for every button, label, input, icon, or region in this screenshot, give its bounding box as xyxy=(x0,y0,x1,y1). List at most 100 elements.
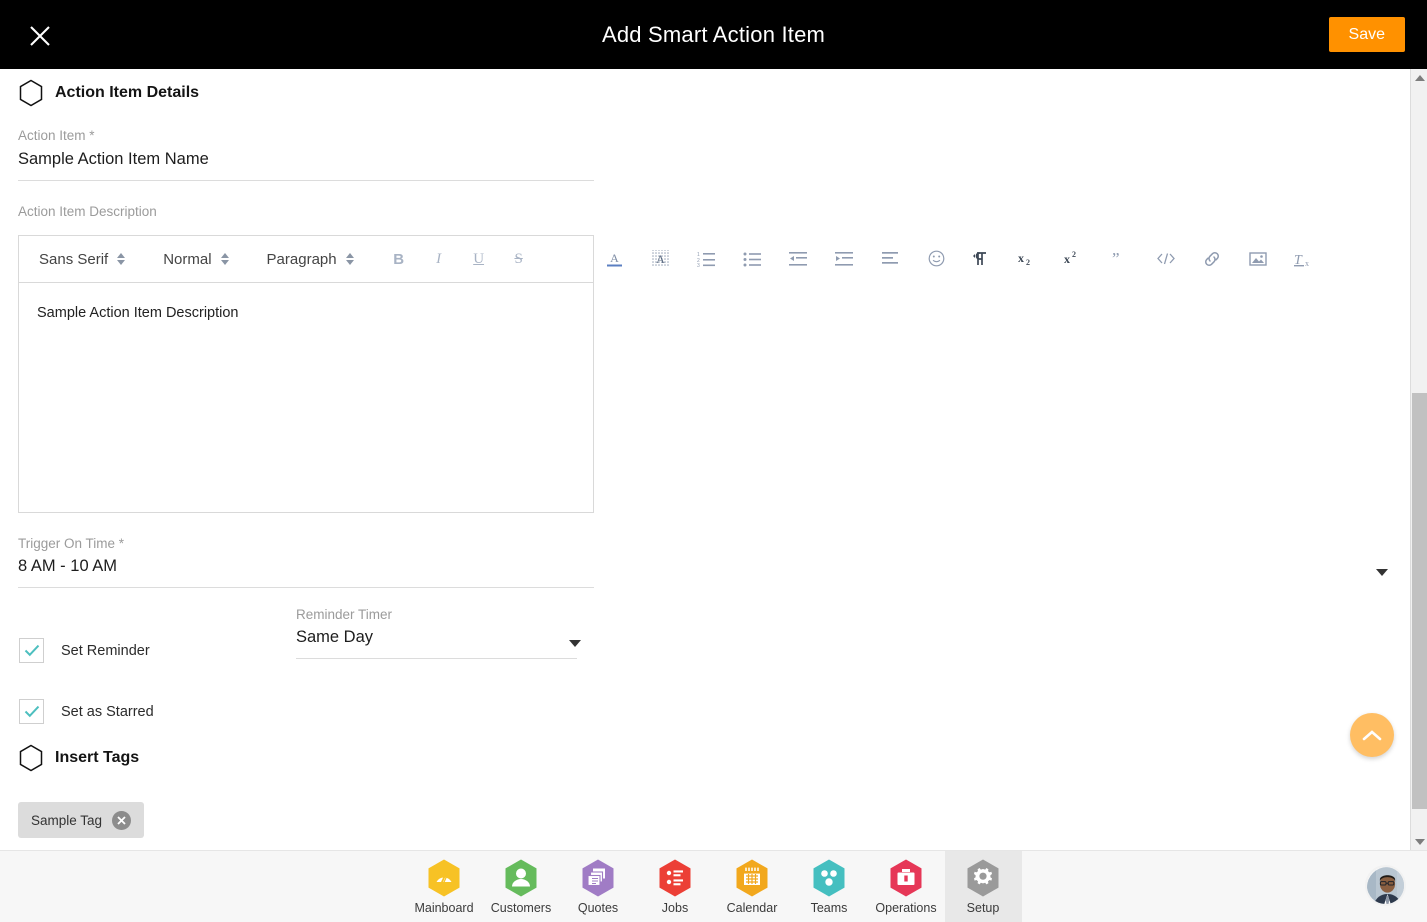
page-title: Add Smart Action Item xyxy=(601,22,826,47)
align-icon[interactable] xyxy=(877,246,903,272)
set-as-starred-checkbox-row[interactable]: Set as Starred xyxy=(0,699,1410,724)
scrollbar-thumb[interactable] xyxy=(1412,393,1427,809)
reminder-timer-value[interactable]: Same Day xyxy=(296,628,592,647)
svg-text:A: A xyxy=(656,252,665,266)
reminder-timer-field[interactable]: Reminder Timer Same Day xyxy=(296,607,592,659)
top-app-bar: Add Smart Action Item Save xyxy=(0,0,1427,69)
editor-content-area[interactable]: Sample Action Item Description xyxy=(18,282,594,513)
svg-text:x: x xyxy=(1305,259,1309,268)
quotes-icon xyxy=(579,858,617,898)
jobs-icon xyxy=(656,858,694,898)
mainboard-icon xyxy=(425,858,463,898)
nav-label: Mainboard xyxy=(414,901,474,915)
save-button[interactable]: Save xyxy=(1328,17,1405,52)
set-reminder-checkbox[interactable] xyxy=(19,638,44,663)
action-item-label: Action Item * xyxy=(18,128,95,143)
background-color-icon[interactable]: A xyxy=(647,246,673,272)
svg-text:2: 2 xyxy=(1072,250,1076,259)
field-underline xyxy=(18,587,594,588)
editor-font-size-value: Normal xyxy=(163,250,212,268)
tag-chip[interactable]: Sample Tag xyxy=(18,802,145,838)
editor-block-format-value: Paragraph xyxy=(266,250,337,268)
remove-tag-icon[interactable] xyxy=(112,810,132,830)
editor-toolbar: Sans Serif Normal Paragraph B I U S xyxy=(18,235,594,282)
chevron-down-icon[interactable] xyxy=(1376,569,1388,576)
stepper-icon xyxy=(220,253,229,265)
tags-input-area[interactable]: Sample Tag xyxy=(0,802,1410,838)
operations-icon xyxy=(887,858,925,898)
add-smart-action-item-screen: Add Smart Action Item Save Action Item D… xyxy=(0,0,1427,922)
setup-icon xyxy=(964,858,1002,898)
image-icon[interactable] xyxy=(1245,246,1271,272)
editor-content-text: Sample Action Item Description xyxy=(37,305,239,321)
calendar-icon xyxy=(733,858,771,898)
svg-text:A: A xyxy=(610,251,619,265)
nav-item-jobs[interactable]: Jobs xyxy=(637,851,714,922)
editor-block-format-select[interactable]: Paragraph xyxy=(267,251,354,268)
nav-label: Teams xyxy=(810,901,848,915)
form-scroll-area: Action Item Details Action Item * Sample… xyxy=(0,69,1410,850)
trigger-on-time-label: Trigger On Time * xyxy=(18,536,125,551)
field-underline xyxy=(296,658,577,659)
scrollbar-up-arrow[interactable] xyxy=(1411,69,1427,86)
superscript-icon[interactable]: x 2 xyxy=(1061,246,1087,272)
editor-toolbar-icons: A A 1 2 3 x 2 x 2 ” T x xyxy=(601,235,1337,282)
indent-decrease-icon[interactable] xyxy=(785,246,811,272)
svg-text:x: x xyxy=(1018,251,1024,265)
editor-font-family-select[interactable]: Sans Serif xyxy=(39,250,126,268)
nav-label: Calendar xyxy=(726,901,778,915)
section-header-action-item-details: Action Item Details xyxy=(0,79,1410,107)
code-block-icon[interactable] xyxy=(1153,246,1179,272)
nav-label: Jobs xyxy=(661,901,689,915)
trigger-on-time-value[interactable]: 8 AM - 10 AM xyxy=(0,557,1410,576)
nav-item-customers[interactable]: Customers xyxy=(483,851,560,922)
nav-item-operations[interactable]: Operations xyxy=(868,851,945,922)
blockquote-icon[interactable]: ” xyxy=(1107,246,1133,272)
section-title: Action Item Details xyxy=(55,84,200,101)
bottom-navigation-bar: Mainboard Customers Quotes Jobs Calendar… xyxy=(0,850,1427,922)
stepper-icon xyxy=(117,253,126,265)
bold-button[interactable]: B xyxy=(392,251,406,268)
action-item-field[interactable]: Action Item * Sample Action Item Name xyxy=(0,128,1410,181)
text-color-icon[interactable]: A xyxy=(601,246,627,272)
nav-item-teams[interactable]: Teams xyxy=(791,851,868,922)
description-label: Action Item Description xyxy=(18,204,157,219)
trigger-on-time-field[interactable]: Trigger On Time * 8 AM - 10 AM xyxy=(0,536,1410,588)
indent-increase-icon[interactable] xyxy=(831,246,857,272)
field-underline xyxy=(18,180,594,181)
chevron-down-icon[interactable] xyxy=(569,640,581,647)
strikethrough-button[interactable]: S xyxy=(512,251,526,268)
action-item-input[interactable]: Sample Action Item Name xyxy=(0,150,1410,169)
rich-text-editor: Sans Serif Normal Paragraph B I U S Samp… xyxy=(18,235,1309,513)
clear-format-icon[interactable]: T x xyxy=(1291,246,1317,272)
nav-label: Customers xyxy=(490,901,552,915)
bullet-list-icon[interactable] xyxy=(739,246,765,272)
reminder-row: Set Reminder Reminder Timer Same Day xyxy=(0,607,1410,672)
text-direction-icon[interactable] xyxy=(969,246,995,272)
set-reminder-checkbox-row[interactable]: Set Reminder xyxy=(0,638,150,663)
scrollbar-down-arrow[interactable] xyxy=(1411,833,1427,850)
set-as-starred-checkbox[interactable] xyxy=(19,699,44,724)
italic-button[interactable]: I xyxy=(432,251,446,268)
hexagon-icon xyxy=(19,79,43,107)
nav-item-calendar[interactable]: Calendar xyxy=(714,851,791,922)
editor-font-family-value: Sans Serif xyxy=(39,250,109,268)
ordered-list-icon[interactable]: 1 2 3 xyxy=(693,246,719,272)
emoji-icon[interactable] xyxy=(923,246,949,272)
subscript-icon[interactable]: x 2 xyxy=(1015,246,1041,272)
underline-button[interactable]: U xyxy=(472,251,486,268)
scroll-to-top-button[interactable] xyxy=(1350,713,1394,757)
hexagon-icon xyxy=(19,744,43,772)
nav-label: Operations xyxy=(875,901,937,915)
nav-item-setup[interactable]: Setup xyxy=(944,850,1022,922)
vertical-scrollbar[interactable] xyxy=(1410,69,1427,850)
reminder-timer-label: Reminder Timer xyxy=(296,607,393,622)
svg-text:3: 3 xyxy=(697,263,700,267)
nav-item-quotes[interactable]: Quotes xyxy=(560,851,637,922)
nav-item-mainboard[interactable]: Mainboard xyxy=(406,851,483,922)
svg-text:2: 2 xyxy=(1026,258,1030,267)
user-avatar[interactable] xyxy=(1365,865,1406,906)
link-icon[interactable] xyxy=(1199,246,1225,272)
editor-font-size-select[interactable]: Normal xyxy=(163,250,229,268)
tag-chip-label: Sample Tag xyxy=(31,812,103,828)
